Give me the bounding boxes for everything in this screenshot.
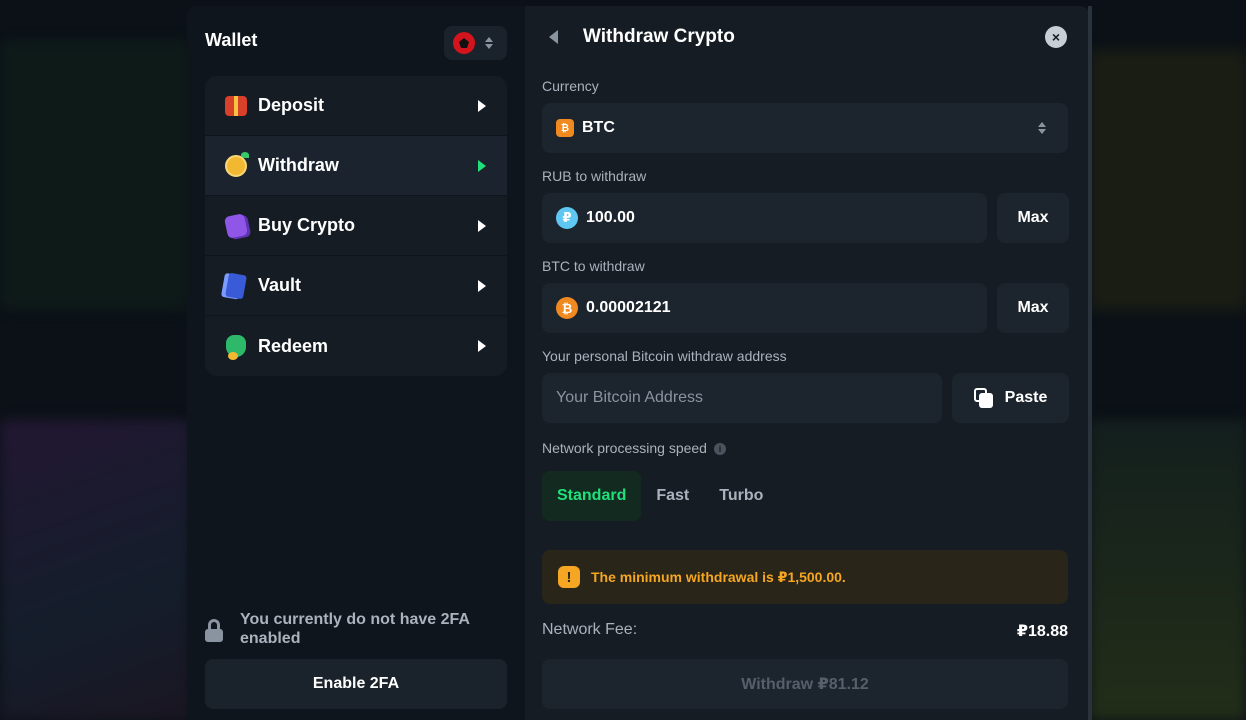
address-placeholder: Your Bitcoin Address [556,389,704,406]
menu-item-redeem[interactable]: Redeem [205,316,507,376]
gift-icon [223,93,249,119]
speed-label-text: Network processing speed [542,440,707,456]
vault-cards-icon [223,272,249,299]
menu-item-vault[interactable]: Vault [205,256,507,316]
menu-item-withdraw[interactable]: Withdraw [205,136,507,196]
menu-item-label: Buy Crypto [258,215,356,235]
money-bag-icon [223,333,249,360]
play-arrow-icon [478,159,486,172]
background-banner [1090,50,1246,310]
paste-label: Paste [1004,389,1048,406]
background-game-tile [0,420,190,720]
close-icon[interactable]: × [1045,26,1067,48]
speed-option-standard[interactable]: Standard [542,471,642,521]
currency-label: Currency [542,78,599,94]
menu-item-label: Withdraw [258,155,339,175]
play-arrow-icon [478,340,486,352]
updown-arrows-icon [1038,122,1046,134]
region-selector[interactable] [444,26,507,60]
speed-option-turbo[interactable]: Turbo [704,471,778,521]
twofa-notice: You currently do not have 2FA enabled [205,610,500,648]
btc-amount-label: BTC to withdraw [542,258,645,274]
scrollbar[interactable] [1088,6,1092,720]
play-arrow-icon [478,99,486,112]
wallet-modal: Wallet Deposit Withdraw Buy Crypto Vault… [187,6,1090,720]
flag-icon [453,32,475,54]
speed-selector: Standard Fast Turbo [542,471,778,521]
paste-button[interactable]: Paste [952,373,1069,423]
background-banner [0,40,190,310]
copy-icon [973,388,994,408]
bitcoin-address-input[interactable]: Your Bitcoin Address [542,373,942,423]
ruble-icon: ₽ [556,207,578,229]
wallet-sidebar: Wallet Deposit Withdraw Buy Crypto Vault… [187,6,525,720]
rub-amount-input[interactable]: ₽ 100.00 [542,193,987,243]
wallet-title: Wallet [205,30,258,50]
withdraw-panel: Withdraw Crypto × Currency ₿ BTC RUB to … [525,6,1090,720]
panel-title: Withdraw Crypto [583,26,735,47]
exclamation-icon: ! [558,566,580,588]
network-fee-value: ₽18.88 [1016,623,1068,640]
address-label: Your personal Bitcoin withdraw address [542,348,787,364]
lock-icon [205,619,223,643]
updown-arrows-icon [485,37,493,49]
btc-max-button[interactable]: Max [997,283,1069,333]
menu-item-label: Redeem [258,335,329,356]
rub-max-button[interactable]: Max [997,193,1069,243]
minimum-withdrawal-warning: ! The minimum withdrawal is ₽1,500.00. [542,550,1068,604]
speed-label: Network processing speed i [542,440,726,456]
play-arrow-icon [478,219,486,232]
network-fee-label: Network Fee: [542,621,638,638]
wallet-menu: Deposit Withdraw Buy Crypto Vault Redeem [205,76,507,376]
btc-amount-value: 0.00002121 [586,299,671,316]
coin-icon [223,151,249,179]
crypto-card-icon [223,212,249,239]
currency-select[interactable]: ₿ BTC [542,103,1068,153]
play-arrow-icon [478,279,486,292]
menu-item-label: Deposit [258,95,325,115]
speed-option-fast[interactable]: Fast [641,471,704,521]
withdraw-button[interactable]: Withdraw ₽81.12 [542,659,1068,709]
enable-2fa-button[interactable]: Enable 2FA [205,659,507,709]
rub-amount-label: RUB to withdraw [542,168,647,184]
rub-amount-value: 100.00 [586,209,635,226]
menu-item-label: Vault [258,275,302,295]
info-icon[interactable]: i [713,443,726,456]
currency-value: BTC [582,119,615,136]
menu-item-buy-crypto[interactable]: Buy Crypto [205,196,507,256]
twofa-notice-text: You currently do not have 2FA enabled [240,611,470,647]
background-game-tile [1090,420,1246,720]
warning-text: The minimum withdrawal is ₽1,500.00. [591,568,846,585]
menu-item-deposit[interactable]: Deposit [205,76,507,136]
btc-amount-input[interactable]: ₿ 0.00002121 [542,283,987,333]
back-arrow-icon[interactable] [549,30,558,44]
bitcoin-icon: ₿ [556,297,578,319]
bitcoin-icon: ₿ [556,119,574,137]
